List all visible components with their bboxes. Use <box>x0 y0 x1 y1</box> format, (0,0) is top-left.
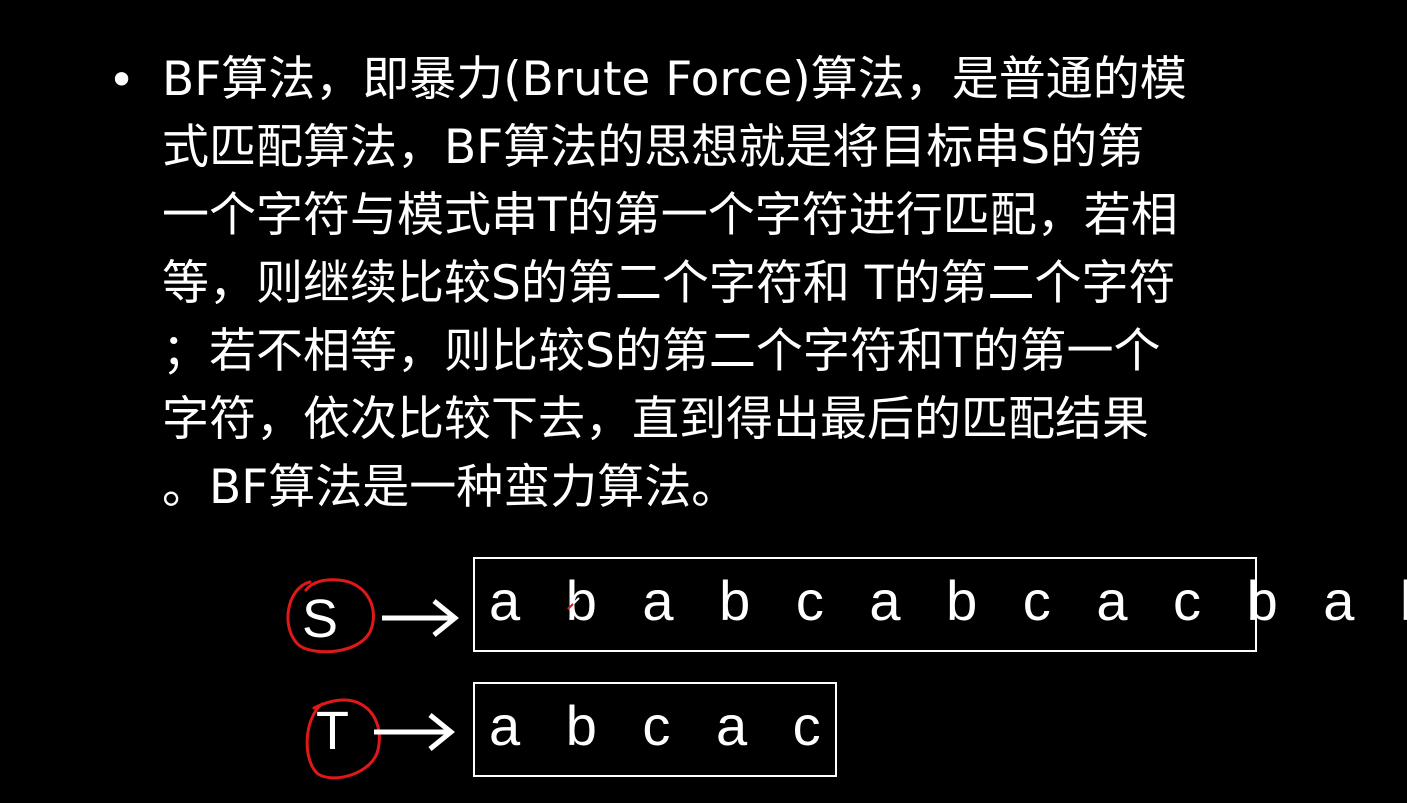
t-label: T <box>316 701 349 761</box>
s-string-box: a b a b c a b c a c b a b <box>473 557 1407 652</box>
s-arrow-icon <box>382 599 459 637</box>
paragraph-line: ；若不相等，则比较S的第二个字符和T的第一个 <box>162 324 1161 379</box>
pen-cursor-icon <box>567 597 580 610</box>
s-label: S <box>302 589 339 649</box>
paragraph-line: 等，则继续比较S的第二个字符和 T的第二个字符 <box>162 256 1176 311</box>
s-string: a b a b c a b c a c b a b <box>489 569 1407 632</box>
t-string-box: a b c a c <box>473 682 837 777</box>
bullet-point: • <box>108 53 136 107</box>
paragraph-line: BF算法，即暴力(Brute Force)算法，是普通的模 <box>162 52 1187 107</box>
paragraph-line: 。BF算法是一种蛮力算法。 <box>162 460 739 515</box>
paragraph: BF算法，即暴力(Brute Force)算法，是普通的模 式匹配算法，BF算法… <box>162 46 1382 522</box>
paragraph-line: 字符，依次比较下去，直到得出最后的匹配结果 <box>162 392 1149 447</box>
t-string: a b c a c <box>489 694 836 757</box>
paragraph-line: 一个字符与模式串T的第一个字符进行匹配，若相 <box>162 188 1178 243</box>
t-arrow-icon <box>374 713 455 751</box>
paragraph-line: 式匹配算法，BF算法的思想就是将目标串S的第 <box>162 120 1145 175</box>
